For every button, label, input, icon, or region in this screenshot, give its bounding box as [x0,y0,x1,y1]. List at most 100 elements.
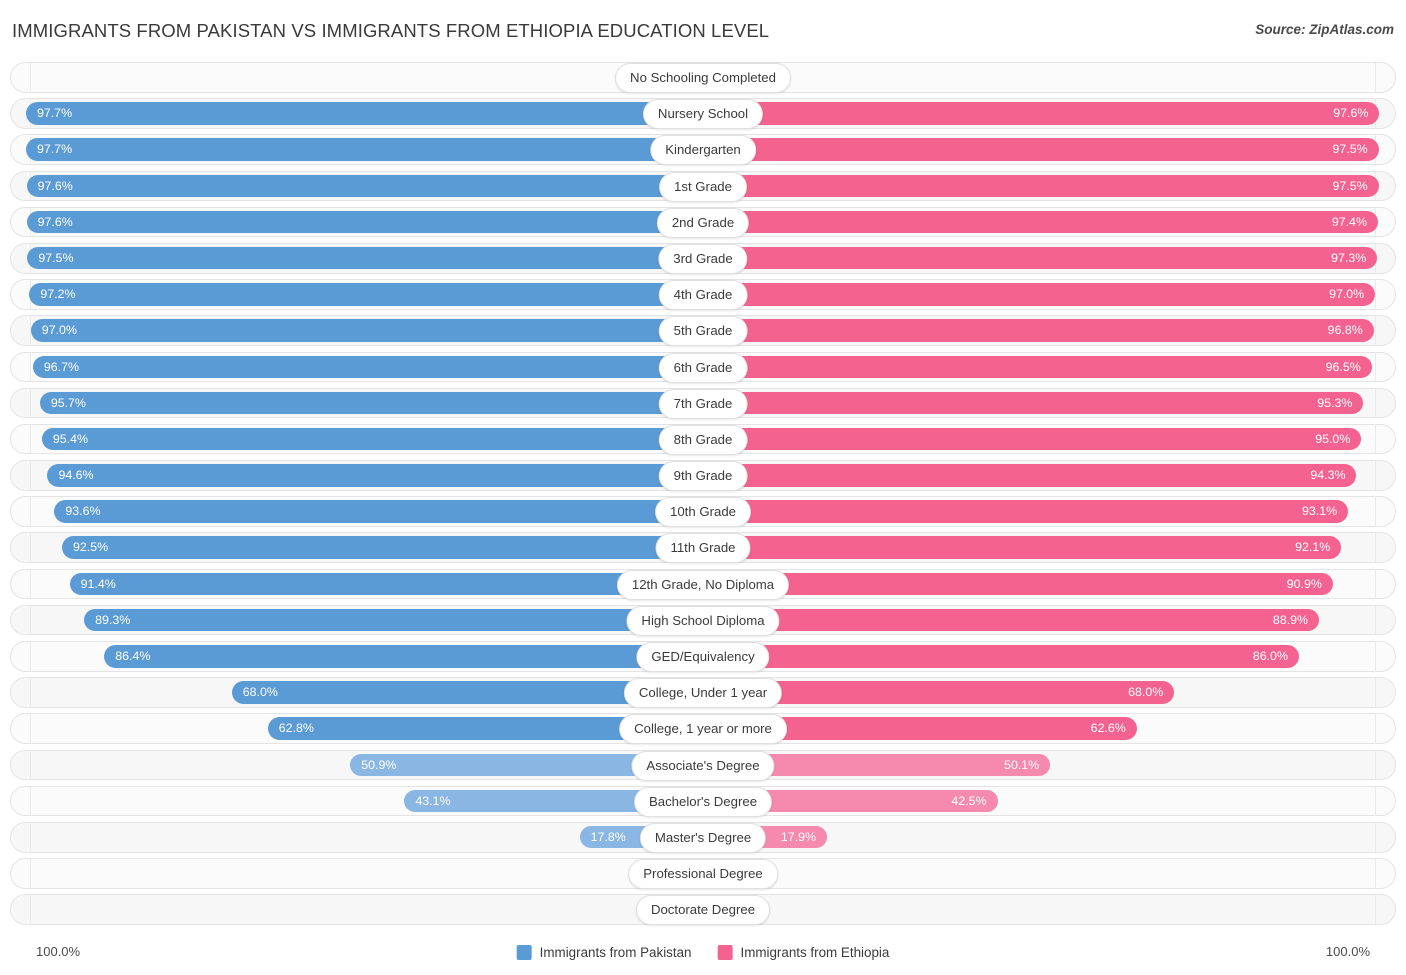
gridline [1375,496,1376,527]
category-label: College, Under 1 year [623,678,783,709]
category-label: 4th Grade [658,280,748,311]
bar-right-ethiopia[interactable]: 94.3% [703,464,1357,487]
gridline [1375,423,1376,455]
axis-label-left: 100.0% [36,944,81,959]
chart-row: 2.3%2.5%No Schooling Completed [0,62,1406,93]
bar-right-ethiopia[interactable]: 88.9% [703,608,1320,632]
category-label: 7th Grade [658,388,748,419]
bar-value-right: 88.9% [1272,612,1309,627]
bar-right-ethiopia[interactable]: 95.3% [703,391,1364,415]
bar-left-pakistan[interactable]: 95.4% [41,427,703,451]
chart-root: IMMIGRANTS FROM PAKISTAN VS IMMIGRANTS F… [0,0,1406,975]
bar-left-pakistan[interactable]: 97.6% [26,210,703,234]
bar-value-right: 62.6% [1090,721,1126,736]
bar-right-ethiopia[interactable]: 96.5% [703,355,1372,378]
bar-value-left: 97.0% [41,323,77,338]
category-label: High School Diploma [626,605,780,636]
category-label: 2nd Grade [656,207,750,238]
bar-value-right: 17.9% [780,829,817,844]
chart-row: 62.8% 62.6% College, 1 year or more [0,713,1406,745]
gridline [30,821,31,853]
bar-left-pakistan[interactable]: 95.7% [39,391,703,415]
gridline [30,604,31,636]
bar-value-left: 43.1% [415,793,451,808]
legend-swatch-icon [717,944,733,960]
bar-left-pakistan[interactable]: 97.5% [27,246,703,270]
axis-label-right: 100.0% [1325,944,1370,959]
bar-right-ethiopia[interactable]: 97.3% [703,246,1378,270]
gridline [1375,604,1376,636]
gridline [1375,677,1376,708]
bar-value-left: 94.6% [58,468,94,483]
chart-row: 17.8% 17.9% Master's Degree [0,821,1406,853]
chart-row: 89.3% 88.9% High School Diploma [0,604,1406,636]
category-label: Associate's Degree [631,750,775,781]
bar-value-left: 92.5% [72,540,109,555]
chart-row: 92.5% 92.1% 11th Grade [0,532,1406,564]
bar-value-left: 62.8% [278,721,314,736]
gridline [30,713,31,744]
bar-value-right: 97.5% [1332,178,1368,193]
bar-value-right: 95.3% [1317,395,1353,410]
bar-right-ethiopia[interactable]: 97.6% [703,102,1380,125]
gridline [30,351,31,383]
bar-left-pakistan[interactable]: 94.6% [47,464,703,487]
bar-left-pakistan[interactable]: 97.7% [25,102,703,125]
chart-row: 95.4% 95.0% 8th Grade [0,423,1406,455]
bar-left-pakistan[interactable]: 89.3% [84,608,703,632]
bar-left-pakistan[interactable]: 97.0% [30,319,703,342]
category-label: 1st Grade [659,171,747,202]
bar-value-left: 97.6% [37,178,73,193]
category-label: 9th Grade [658,461,748,492]
chart-row: 68.0% 68.0% College, Under 1 year [0,677,1406,709]
chart-row: 43.1% 42.5% Bachelor's Degree [0,785,1406,817]
bar-value-right: 93.1% [1302,504,1338,519]
bar-left-pakistan[interactable]: 92.5% [61,536,703,559]
bar-right-ethiopia[interactable]: 95.0% [703,427,1362,451]
bar-left-pakistan[interactable]: 91.4% [69,572,703,596]
bar-right-ethiopia[interactable]: 86.0% [703,645,1299,668]
bar-value-right: 95.0% [1315,431,1351,446]
bar-value-left: 50.9% [361,757,397,772]
bar-left-pakistan[interactable]: 96.7% [32,355,703,378]
bar-right-ethiopia[interactable]: 90.9% [703,572,1333,596]
category-label: Nursery School [642,99,764,130]
bar-left-pakistan[interactable]: 93.6% [54,500,703,523]
chart-row: 97.6% 97.4% 2nd Grade [0,206,1406,238]
bar-right-ethiopia[interactable]: 93.1% [703,500,1349,523]
bar-value-right: 97.6% [1333,106,1369,121]
gridline [1375,713,1376,744]
category-label: 10th Grade [655,497,751,528]
bar-left-pakistan[interactable]: 97.7% [25,138,703,161]
gridline [30,677,31,708]
bar-right-ethiopia[interactable]: 97.4% [703,210,1378,234]
gridline [1375,315,1376,346]
bar-right-ethiopia[interactable]: 92.1% [703,536,1342,559]
bar-left-pakistan[interactable]: 97.2% [29,283,703,306]
chart-row: 91.4% 90.9% 12th Grade, No Diploma [0,568,1406,600]
category-label: Master's Degree [639,822,767,853]
bar-value-left: 95.4% [52,431,89,446]
bar-right-ethiopia[interactable]: 97.5% [703,138,1379,161]
chart-row: 94.6% 94.3% 9th Grade [0,460,1406,492]
bar-value-right: 96.5% [1325,359,1361,374]
gridline [1375,641,1376,672]
gridline [1375,568,1376,600]
chart-plot-area: 2.3%2.5%No Schooling Completed 97.7% 97.6%… [0,62,1406,934]
gridline [30,785,31,817]
bar-value-right: 97.4% [1331,214,1367,229]
legend-item[interactable]: Immigrants from Pakistan [516,944,691,960]
bar-right-ethiopia[interactable]: 97.5% [703,174,1379,198]
bar-value-right: 68.0% [1128,685,1164,700]
gridline [30,532,31,564]
bar-value-left: 95.7% [50,395,86,410]
bar-value-right: 86.0% [1252,649,1288,663]
bar-value-left: 97.2% [40,287,76,302]
bar-left-pakistan[interactable]: 86.4% [104,645,703,668]
legend-item[interactable]: Immigrants from Ethiopia [717,944,889,960]
bar-right-ethiopia[interactable]: 96.8% [703,319,1374,342]
gridline [1375,858,1376,889]
gridline [30,641,31,672]
bar-left-pakistan[interactable]: 97.6% [26,174,703,198]
bar-right-ethiopia[interactable]: 97.0% [703,283,1376,306]
